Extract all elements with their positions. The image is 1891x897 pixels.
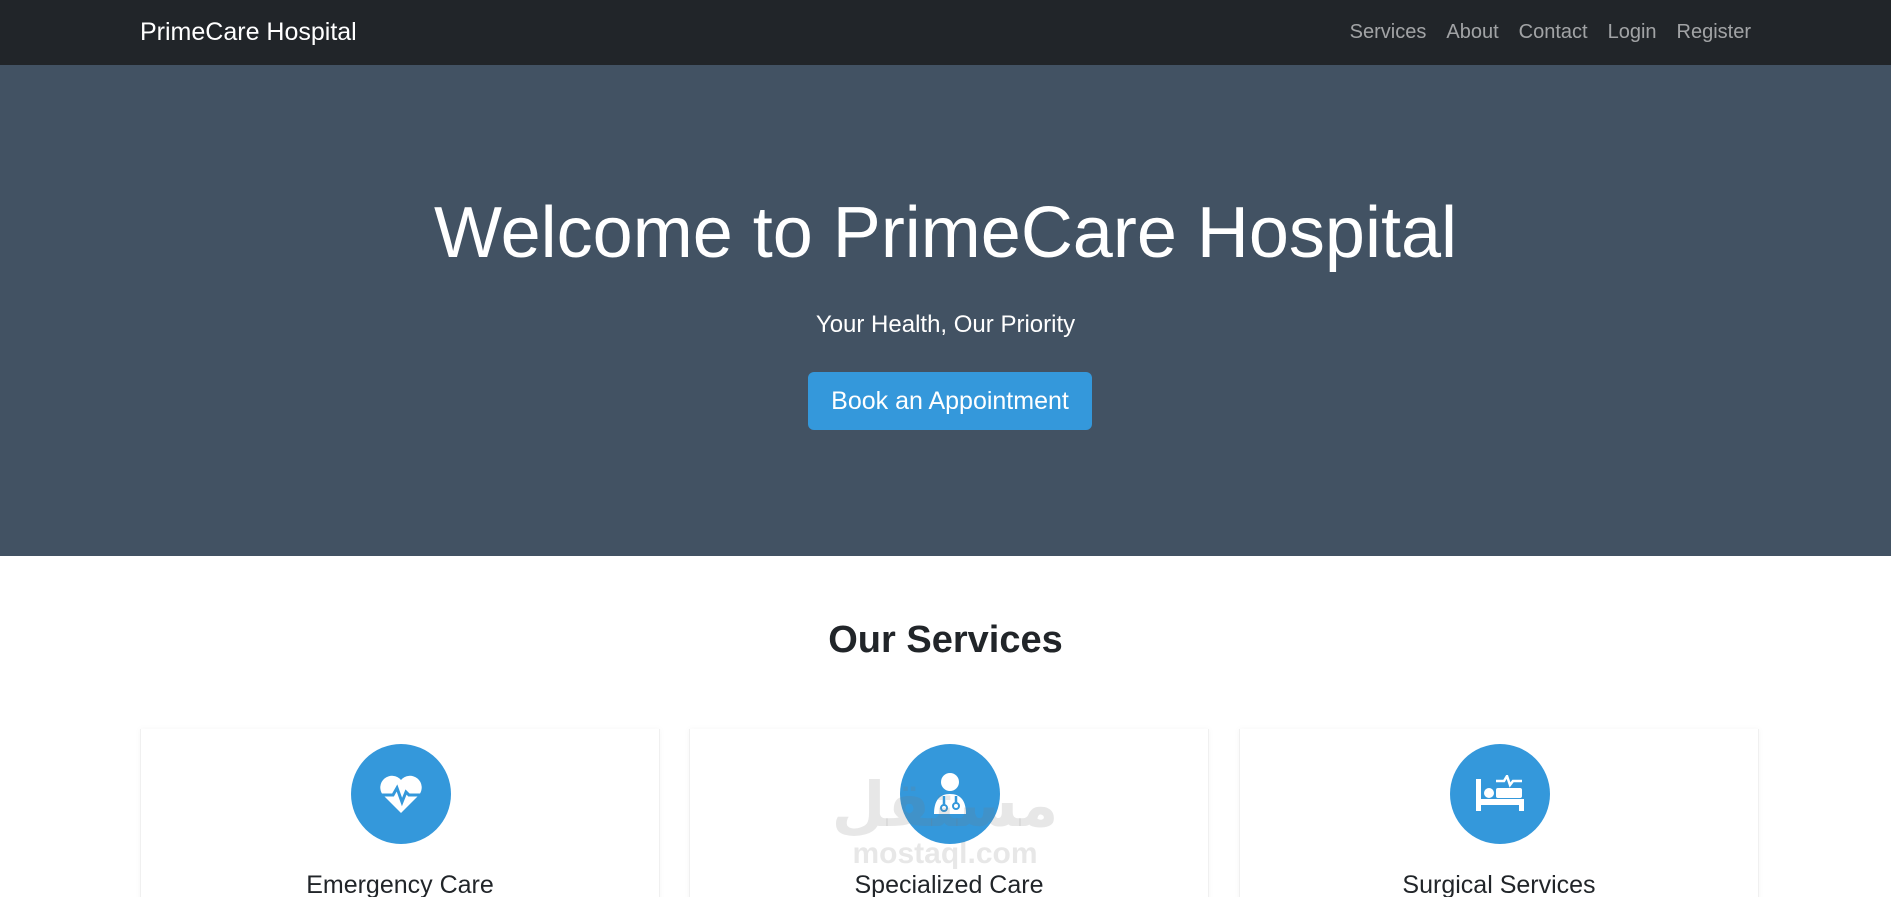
nav-link-contact[interactable]: Contact bbox=[1519, 21, 1588, 44]
brand-link[interactable]: PrimeCare Hospital bbox=[140, 18, 357, 47]
nav-links: Services About Contact Login Register bbox=[1350, 21, 1751, 44]
top-navbar: PrimeCare Hospital Services About Contac… bbox=[0, 0, 1891, 65]
book-appointment-button[interactable]: Book an Appointment bbox=[808, 372, 1092, 430]
hero-subtitle: Your Health, Our Priority bbox=[815, 311, 1076, 338]
service-card-title: Emergency Care bbox=[306, 871, 494, 897]
nav-link-about[interactable]: About bbox=[1446, 21, 1498, 44]
hero-title: Welcome to PrimeCare Hospital bbox=[433, 193, 1457, 273]
heart-pulse-icon bbox=[351, 744, 451, 844]
nav-link-services[interactable]: Services bbox=[1350, 21, 1427, 44]
service-card-emergency: Emergency Care bbox=[140, 729, 660, 897]
service-card-title: Surgical Services bbox=[1402, 871, 1596, 897]
hero-section: Welcome to PrimeCare Hospital Your Healt… bbox=[0, 65, 1891, 556]
services-title: Our Services bbox=[828, 619, 1063, 661]
service-card-title: Specialized Care bbox=[854, 871, 1044, 897]
mostaql-watermark: مستقل mostaql.com bbox=[830, 775, 1060, 871]
hospital-bed-icon bbox=[1450, 744, 1550, 844]
nav-link-login[interactable]: Login bbox=[1608, 21, 1657, 44]
watermark-arabic: مستقل bbox=[831, 771, 1059, 840]
nav-link-register[interactable]: Register bbox=[1677, 21, 1751, 44]
watermark-latin: mostaql.com bbox=[852, 837, 1038, 870]
service-card-surgical: Surgical Services bbox=[1239, 729, 1759, 897]
